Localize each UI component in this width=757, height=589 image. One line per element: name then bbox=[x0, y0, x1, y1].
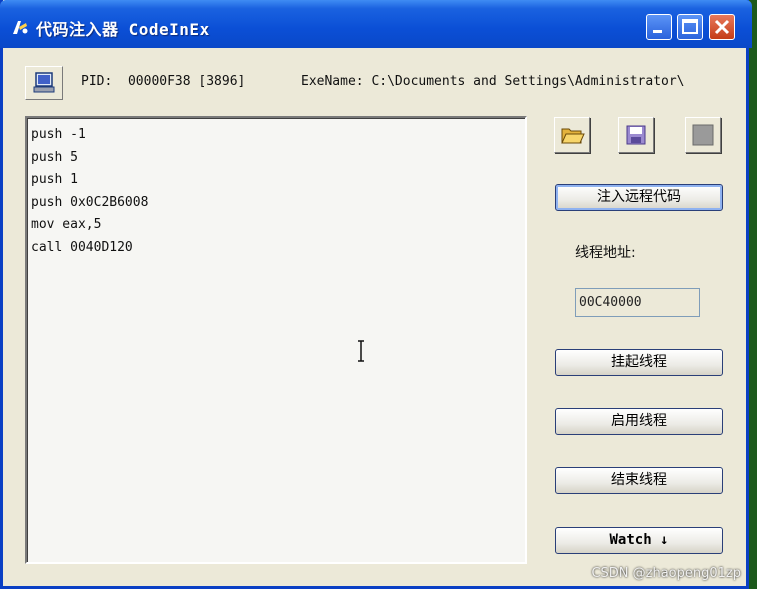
select-process-button[interactable] bbox=[25, 66, 63, 100]
code-line: push 5 bbox=[31, 149, 78, 165]
inject-remote-code-button[interactable]: 注入远程代码 bbox=[555, 184, 723, 211]
minimize-icon bbox=[653, 30, 662, 33]
pid-label: PID: 00000F38 [3896] bbox=[81, 74, 246, 89]
folder-open-icon bbox=[561, 128, 585, 144]
resume-thread-button[interactable]: 启用线程 bbox=[555, 408, 723, 435]
watermark: CSDN @zhaopeng01zp bbox=[591, 566, 741, 581]
close-icon bbox=[714, 19, 730, 35]
code-editor[interactable]: push -1 push 5 push 1 push 0x0C2B6008 mo… bbox=[25, 116, 527, 564]
terminate-thread-button[interactable]: 结束线程 bbox=[555, 467, 723, 494]
codeinex-window: 代码注入器 CodeInEx PID: 00000F38 [3896] ExeN… bbox=[0, 0, 752, 589]
watch-button[interactable]: Watch ↓ bbox=[555, 527, 723, 554]
code-line: push 1 bbox=[31, 172, 78, 187]
minimize-button[interactable] bbox=[646, 14, 672, 40]
close-button[interactable] bbox=[709, 14, 735, 40]
code-line: push 0x0C2B6008 bbox=[31, 194, 149, 210]
code-line: push -1 bbox=[31, 127, 86, 142]
maximize-icon bbox=[682, 19, 698, 34]
app-icon bbox=[13, 21, 28, 34]
computer-icon bbox=[33, 72, 55, 93]
code-line: mov eax,5 bbox=[31, 217, 102, 232]
title-bar[interactable]: 代码注入器 CodeInEx bbox=[0, 0, 752, 48]
stop-button[interactable] bbox=[685, 117, 721, 153]
window-title: 代码注入器 CodeInEx bbox=[36, 20, 210, 39]
stop-square-icon bbox=[692, 124, 714, 146]
exe-name-label: ExeName: C:\Documents and Settings\Admin… bbox=[301, 74, 685, 89]
save-file-button[interactable] bbox=[618, 117, 654, 153]
suspend-thread-button[interactable]: 挂起线程 bbox=[555, 349, 723, 376]
thread-address-label: 线程地址: bbox=[575, 245, 636, 261]
maximize-button[interactable] bbox=[677, 14, 703, 40]
code-line: call 0040D120 bbox=[31, 239, 133, 255]
open-file-button[interactable] bbox=[554, 117, 590, 153]
text-cursor-icon bbox=[358, 340, 364, 362]
save-disk-icon bbox=[626, 125, 646, 145]
thread-address-field[interactable]: 00C40000 bbox=[575, 288, 700, 317]
